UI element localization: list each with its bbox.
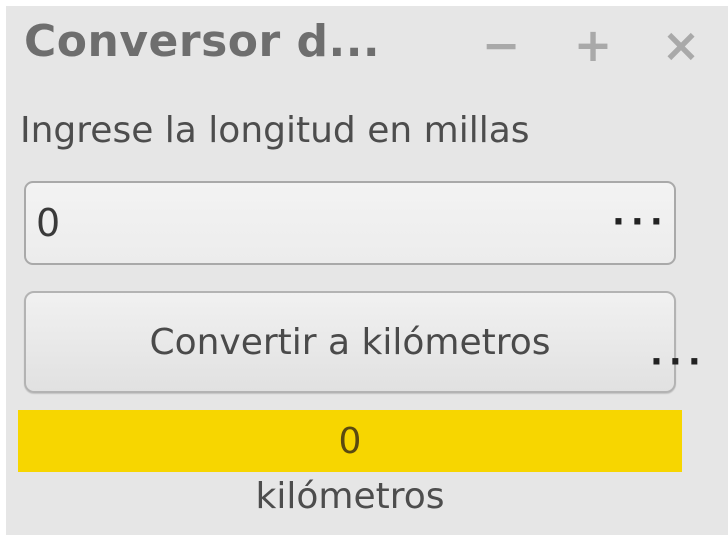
miles-input-frame[interactable] bbox=[24, 181, 676, 265]
result-value: 0 bbox=[338, 420, 362, 462]
maximize-icon: + bbox=[573, 18, 613, 72]
minimize-icon: − bbox=[481, 18, 521, 72]
overflow-indicator-button: ··· bbox=[650, 342, 707, 382]
title-bar[interactable]: Conversor d... − + × bbox=[6, 6, 728, 86]
minimize-button[interactable]: − bbox=[476, 18, 526, 72]
window-title: Conversor d... bbox=[24, 16, 381, 67]
convert-button[interactable]: Convertir a kilómetros bbox=[24, 291, 676, 393]
result-unit-label: kilómetros bbox=[255, 476, 445, 517]
miles-input[interactable] bbox=[36, 191, 596, 255]
result-value-display: 0 bbox=[18, 410, 682, 472]
convert-button-label: Convertir a kilómetros bbox=[149, 321, 551, 363]
overflow-indicator-input: ··· bbox=[612, 202, 669, 242]
maximize-button[interactable]: + bbox=[568, 18, 618, 72]
close-icon: × bbox=[661, 18, 701, 72]
app-window: Conversor d... − + × Ingrese la longitud… bbox=[6, 6, 728, 535]
miles-prompt-label: Ingrese la longitud en millas bbox=[20, 110, 530, 151]
close-button[interactable]: × bbox=[656, 18, 706, 72]
